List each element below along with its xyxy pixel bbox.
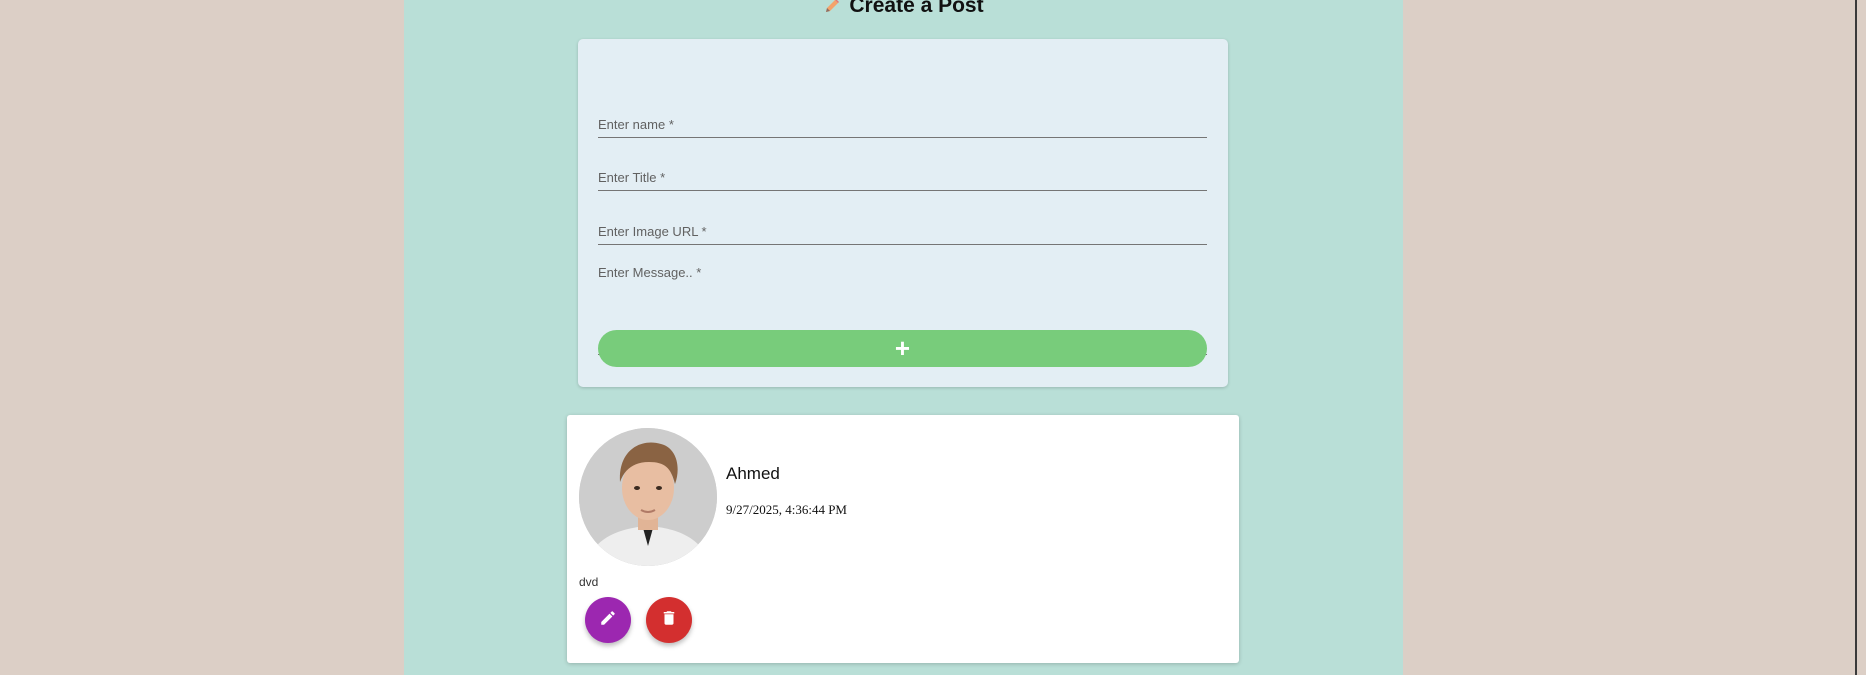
pencil-icon	[599, 609, 617, 632]
delete-post-button[interactable]	[646, 597, 692, 643]
post-card: Ahmed 9/27/2025, 4:36:44 PM dvd	[567, 415, 1239, 663]
message-field-label: Enter Message.. *	[598, 265, 702, 280]
title-field[interactable]: Enter Title *	[598, 142, 1207, 191]
name-field[interactable]: Enter name *	[598, 89, 1207, 138]
image-url-field[interactable]: Enter Image URL *	[598, 196, 1207, 245]
post-author: Ahmed	[726, 464, 780, 483]
post-date: 9/27/2025, 4:36:44 PM	[726, 502, 847, 517]
title-field-label: Enter Title *	[598, 170, 666, 185]
post-message: dvd	[579, 575, 599, 589]
avatar	[579, 428, 717, 566]
page-title-text: Create a Post	[849, 0, 984, 17]
add-post-button[interactable]: +	[598, 330, 1207, 367]
pencil-icon	[823, 0, 841, 21]
page-title: Create a Post	[404, 0, 1403, 21]
window-edge-scrollbar	[1855, 0, 1857, 675]
plus-icon: +	[894, 333, 911, 363]
create-post-form: Enter name * Enter Title * Enter Image U…	[578, 39, 1228, 387]
edit-post-button[interactable]	[585, 597, 631, 643]
name-field-label: Enter name *	[598, 117, 674, 132]
trash-icon	[660, 609, 678, 632]
image-url-field-label: Enter Image URL *	[598, 224, 707, 239]
